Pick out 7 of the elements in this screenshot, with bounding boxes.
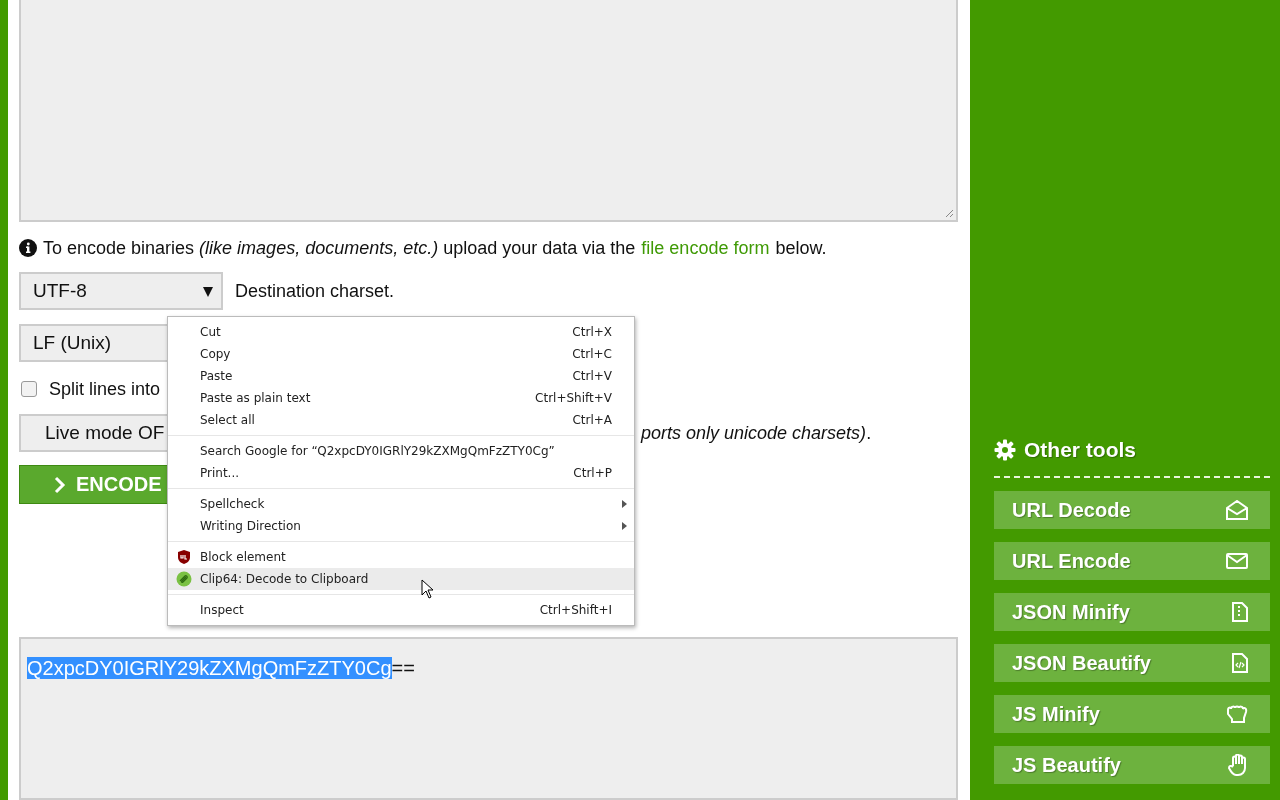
split-label: Split lines into <box>49 378 161 400</box>
sidebar-title: Other tools <box>1024 438 1136 462</box>
output-text: Q2xpcDY0IGRlY29kZXMgQmFzZTY0Cg== <box>27 657 415 679</box>
info-text: To encode binaries (like images, documents, etc.) upload your data via the <box>43 237 636 259</box>
live-mode-note: ports only unicode charsets). <box>641 422 872 444</box>
info-text-end: below. <box>775 237 827 259</box>
charset-label: Destination charset. <box>235 280 395 302</box>
